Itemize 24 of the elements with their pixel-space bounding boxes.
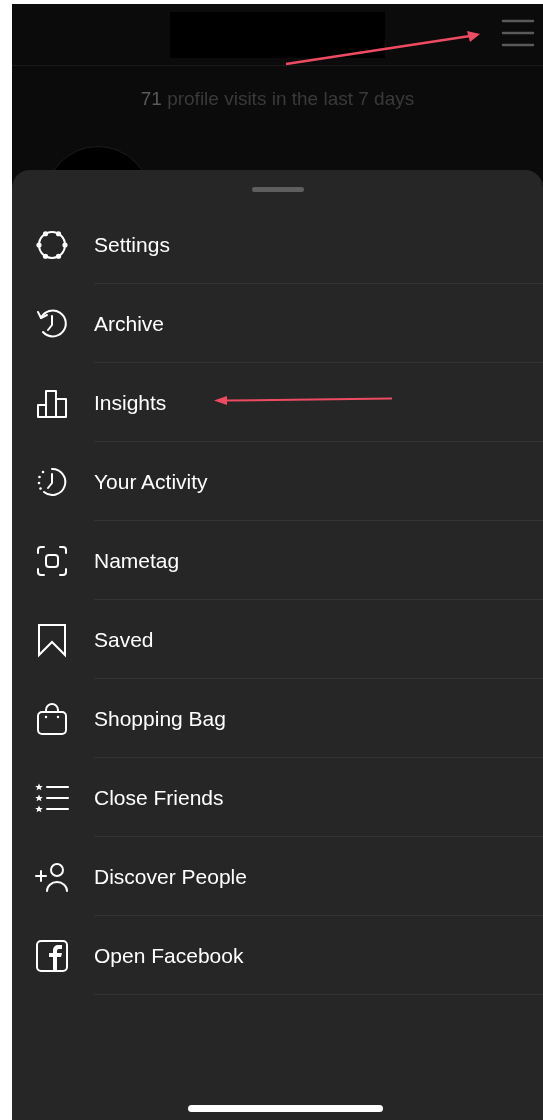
menu-item-label: Discover People bbox=[94, 863, 247, 890]
menu-item[interactable]: Insights bbox=[12, 363, 543, 442]
menu-item[interactable]: Shopping Bag bbox=[12, 679, 543, 758]
menu-item-label: Your Activity bbox=[94, 468, 208, 495]
menu-item[interactable]: Open Facebook bbox=[12, 916, 543, 995]
menu-item-label: Saved bbox=[94, 626, 154, 653]
menu-item-label: Insights bbox=[94, 389, 167, 416]
menu-item-label: Nametag bbox=[94, 547, 180, 574]
menu-item[interactable]: Settings bbox=[12, 205, 543, 284]
menu-item-label: Archive bbox=[94, 310, 165, 337]
menu-item[interactable]: Archive bbox=[12, 284, 543, 363]
shopping-bag-icon bbox=[34, 700, 70, 737]
menu-item[interactable]: Discover People bbox=[12, 837, 543, 916]
menu-item-label: Shopping Bag bbox=[94, 705, 226, 732]
menu-item[interactable]: Nametag bbox=[12, 521, 543, 600]
menu-item[interactable]: Close Friends bbox=[12, 758, 543, 837]
menu-icon[interactable] bbox=[501, 18, 535, 48]
menu-item-label: Open Facebook bbox=[94, 942, 244, 969]
menu-item[interactable]: Your Activity bbox=[12, 442, 543, 521]
menu-item-label: Settings bbox=[94, 231, 170, 258]
facebook-logo-icon bbox=[34, 937, 70, 974]
menu-item[interactable]: Saved bbox=[12, 600, 543, 679]
drag-handle[interactable] bbox=[251, 187, 304, 192]
menu-item-label: Close Friends bbox=[94, 784, 224, 811]
